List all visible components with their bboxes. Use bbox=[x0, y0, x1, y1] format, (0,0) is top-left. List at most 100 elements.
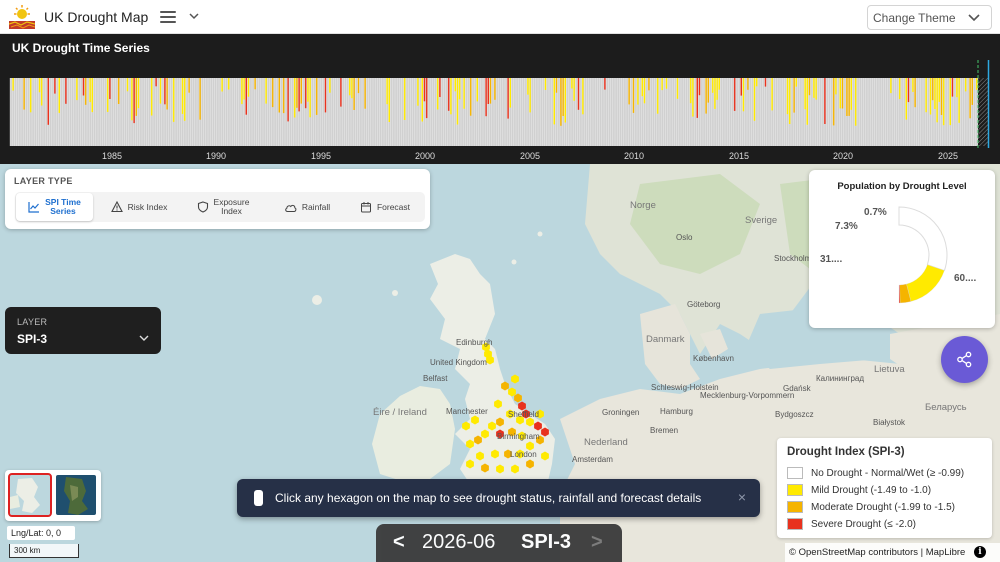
map-label-groningen: Groningen bbox=[602, 408, 640, 417]
current-index: SPI-3 bbox=[521, 531, 572, 553]
warning-triangle-icon bbox=[110, 201, 123, 213]
tab-rainfall[interactable]: Rainfall bbox=[267, 193, 347, 221]
current-date: 2026-06 bbox=[422, 531, 496, 553]
hexagon-hint-icon bbox=[254, 490, 263, 506]
map-label-mecklenburg: Mecklenburg-Vorpommern bbox=[700, 391, 795, 400]
legend-title: Drought Index (SPI-3) bbox=[787, 446, 905, 458]
legend-swatch bbox=[787, 467, 803, 479]
share-button[interactable] bbox=[941, 336, 988, 383]
map-label-sverige: Sverige bbox=[745, 215, 778, 226]
brush-window[interactable] bbox=[978, 78, 988, 146]
tab-label-line2: Index bbox=[221, 206, 242, 216]
population-panel: Population by Drought Level 0.7% 7.3% 31… bbox=[809, 170, 995, 328]
change-theme-label: Change Theme bbox=[873, 11, 956, 25]
year-tick-label: 2005 bbox=[520, 151, 540, 161]
legend-label: Severe Drought (≤ -2.0) bbox=[811, 518, 916, 530]
shield-icon bbox=[197, 201, 208, 213]
map-label-oslo: Oslo bbox=[676, 233, 693, 242]
island bbox=[392, 290, 398, 296]
year-tick-label: 2025 bbox=[938, 151, 958, 161]
map-label-goteborg: Göteborg bbox=[687, 300, 721, 309]
tab-label: Rainfall bbox=[301, 201, 331, 212]
donut-slice-mild[interactable] bbox=[906, 264, 945, 302]
population-label-mild: 31.... bbox=[820, 254, 843, 265]
legend-label: No Drought - Normal/Wet (≥ -0.99) bbox=[811, 467, 965, 479]
tab-forecast[interactable]: Forecast bbox=[345, 193, 425, 221]
basemap-streets-thumb[interactable] bbox=[8, 473, 52, 517]
map-label-london: London bbox=[510, 450, 537, 459]
info-icon[interactable]: i bbox=[974, 546, 986, 558]
legend-label: Mild Drought (-1.49 to -1.0) bbox=[811, 484, 932, 496]
date-navigator: < 2026-06 SPI-3 > bbox=[376, 524, 622, 562]
legend-item-mild: Mild Drought (-1.49 to -1.0) bbox=[787, 483, 931, 497]
basemap-satellite-thumb[interactable] bbox=[56, 475, 96, 515]
tab-label: Risk Index bbox=[127, 201, 168, 212]
donut-slice-none[interactable] bbox=[898, 206, 948, 272]
layer-type-header: LAYER TYPE bbox=[14, 176, 73, 186]
year-tick-label: 2020 bbox=[833, 151, 853, 161]
island bbox=[312, 295, 322, 305]
tab-exposure-index[interactable]: Exposure Index bbox=[183, 193, 263, 221]
basemap-switcher bbox=[5, 470, 101, 521]
legend-swatch bbox=[787, 501, 803, 513]
population-label-severe: 0.7% bbox=[864, 207, 887, 218]
map-label-amsterdam: Amsterdam bbox=[572, 455, 613, 464]
year-tick-label: 2010 bbox=[624, 151, 644, 161]
tab-label-line2: Series bbox=[50, 206, 76, 216]
map-label-kaliningrad: Калининград bbox=[816, 374, 865, 383]
map-label-belfast: Belfast bbox=[423, 374, 448, 383]
map-label-edinburgh: Edinburgh bbox=[456, 338, 493, 347]
year-tick-label: 1985 bbox=[102, 151, 122, 161]
map-attribution[interactable]: © OpenStreetMap contributors | MapLibre bbox=[785, 543, 1000, 562]
year-tick-label: 2015 bbox=[729, 151, 749, 161]
layer-select-header: LAYER bbox=[17, 317, 48, 327]
island bbox=[537, 231, 543, 237]
map-label-united-kingdom: United Kingdom bbox=[430, 358, 487, 367]
map-label-lietuva: Lietuva bbox=[874, 364, 905, 375]
layer-type-tabs: SPI Time Series Risk Index Exposure Index … bbox=[15, 192, 425, 222]
tab-spi-time-series[interactable]: SPI Time Series bbox=[16, 193, 93, 221]
year-tick-label: 2000 bbox=[415, 151, 435, 161]
map-label-belarus: Беларусь bbox=[925, 402, 967, 413]
map-label-nederland: Nederland bbox=[584, 437, 628, 448]
map-label-norge: Norge bbox=[630, 200, 656, 211]
map-label-danmark: Danmark bbox=[646, 334, 685, 345]
calendar-icon bbox=[360, 202, 371, 213]
tab-risk-index[interactable]: Risk Index bbox=[99, 193, 179, 221]
line-chart-icon bbox=[28, 202, 40, 213]
chevron-down-icon bbox=[139, 335, 149, 341]
legend-label: Moderate Drought (-1.99 to -1.5) bbox=[811, 501, 955, 513]
layer-select[interactable]: LAYER SPI-3 bbox=[5, 307, 161, 354]
time-series-panel: UK Drought Time Series 1985 1990 1995 20… bbox=[0, 34, 1000, 164]
next-month-button[interactable]: > bbox=[591, 531, 603, 554]
map-label-manchester: Manchester bbox=[446, 407, 488, 416]
drought-legend: Drought Index (SPI-3) No Drought - Norma… bbox=[777, 438, 992, 538]
layer-type-panel: LAYER TYPE SPI Time Series Risk Index Exp… bbox=[5, 169, 430, 229]
map-label-bialystok: Białystok bbox=[873, 418, 906, 427]
chevron-down-icon[interactable] bbox=[187, 9, 201, 23]
year-tick-label: 1990 bbox=[206, 151, 226, 161]
share-icon bbox=[957, 351, 972, 368]
population-label-none: 60.... bbox=[954, 273, 977, 284]
sun-logo-icon bbox=[9, 5, 35, 29]
close-icon[interactable]: × bbox=[738, 489, 746, 505]
legend-swatch bbox=[787, 484, 803, 496]
map-label-gdansk: Gdańsk bbox=[783, 384, 811, 393]
legend-item-no-drought: No Drought - Normal/Wet (≥ -0.99) bbox=[787, 466, 964, 480]
change-theme-select[interactable]: Change Theme bbox=[867, 5, 992, 30]
map-label-sheffield: Sheffield bbox=[508, 410, 539, 419]
year-tick-label: 1995 bbox=[311, 151, 331, 161]
population-donut-chart[interactable] bbox=[809, 170, 995, 328]
top-bar: UK Drought Map Change Theme bbox=[0, 0, 1000, 34]
previous-month-button[interactable]: < bbox=[393, 531, 405, 554]
time-series-chart[interactable]: 1985 1990 1995 2000 2005 2010 2015 2020 … bbox=[0, 60, 1000, 164]
chevron-down-icon bbox=[968, 14, 980, 22]
map-label-bremen: Bremen bbox=[650, 426, 679, 435]
legend-swatch bbox=[787, 518, 803, 530]
legend-item-moderate: Moderate Drought (-1.99 to -1.5) bbox=[787, 500, 955, 514]
map-label-hamburg: Hamburg bbox=[660, 407, 693, 416]
scale-bar: 300 km bbox=[9, 544, 79, 558]
app-title: UK Drought Map bbox=[44, 9, 149, 25]
info-toast: Click any hexagon on the map to see drou… bbox=[237, 479, 760, 517]
menu-icon[interactable] bbox=[160, 9, 176, 25]
